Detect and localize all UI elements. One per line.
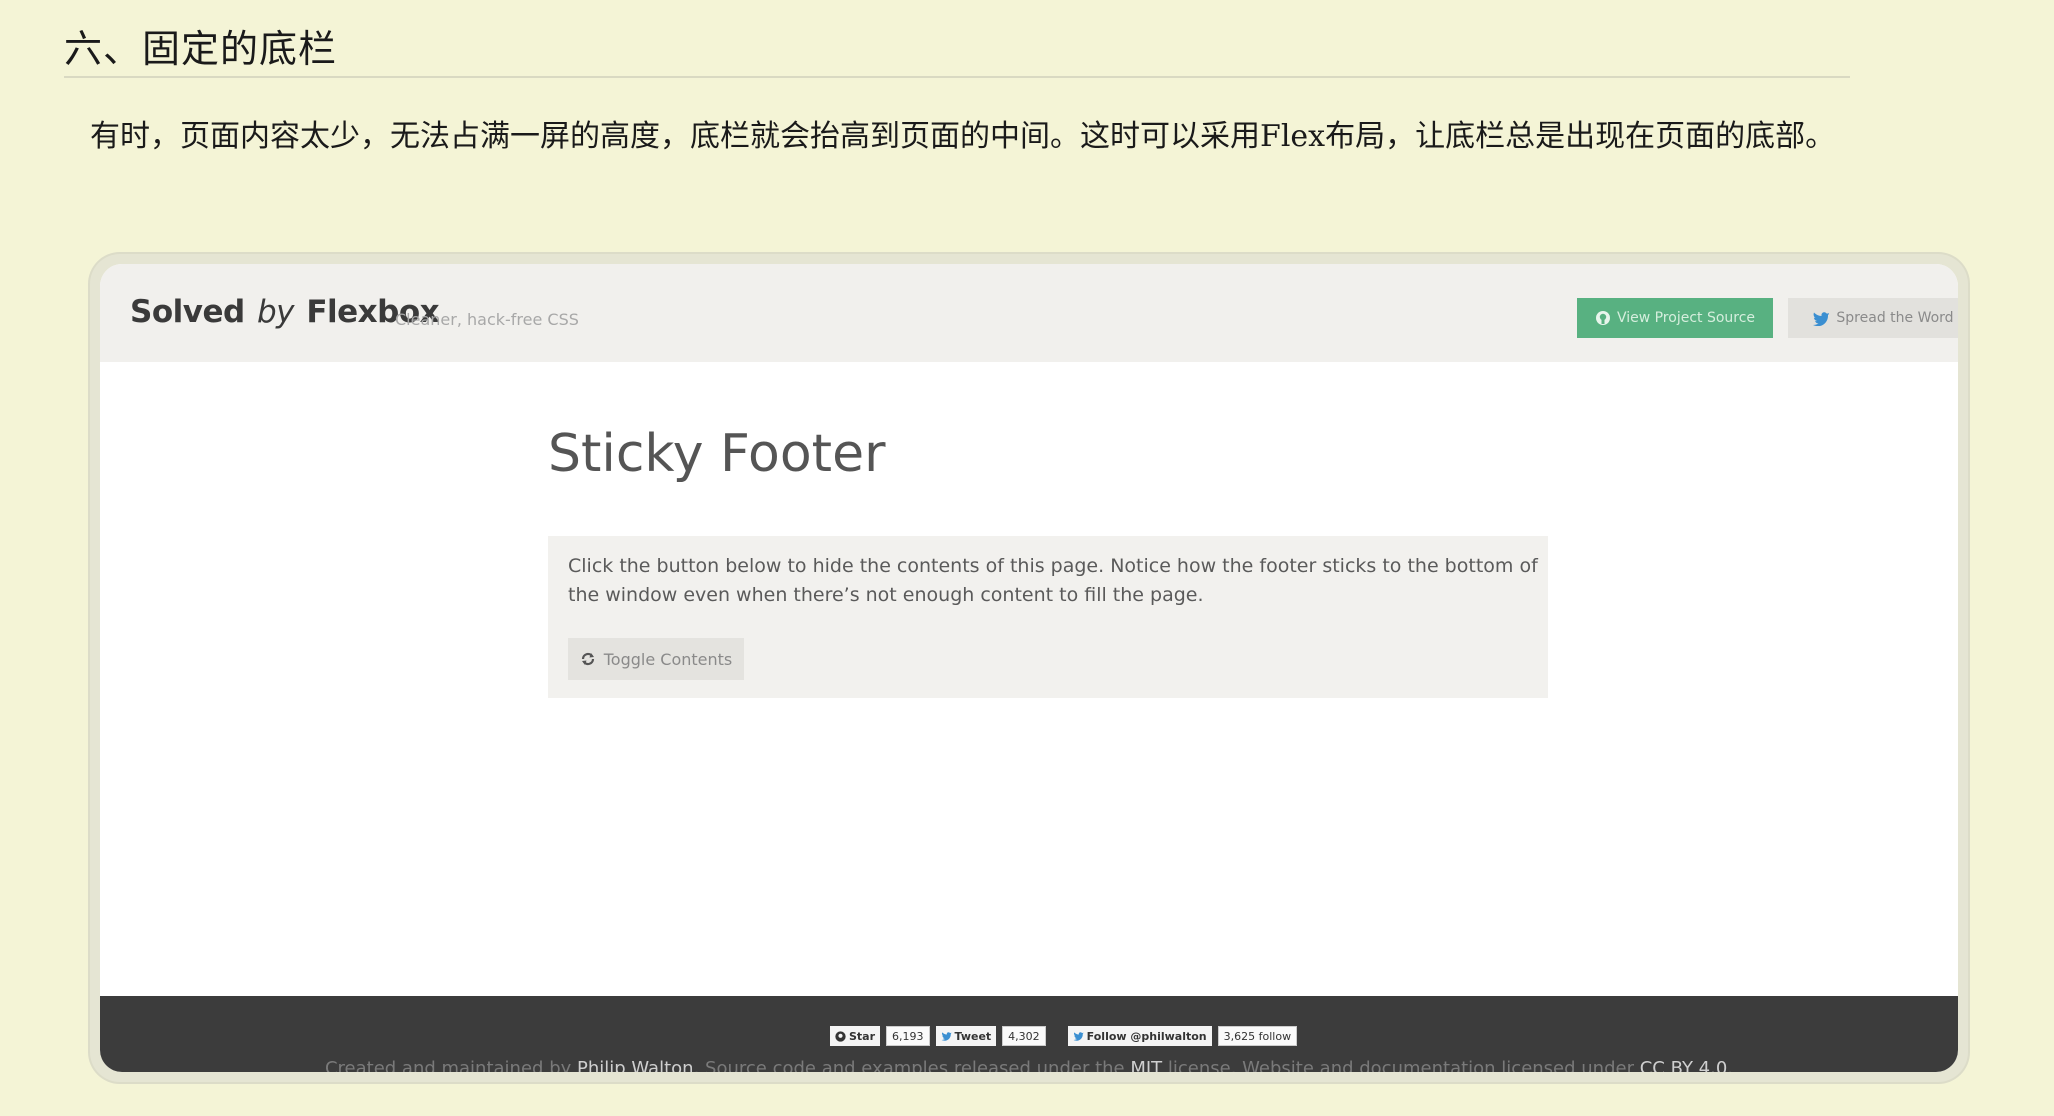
- site-header: Solved by Flexbox Cleaner, hack-free CSS…: [100, 264, 1958, 362]
- tweet-label: Tweet: [954, 1029, 992, 1043]
- twitter-icon: [941, 1031, 952, 1041]
- site-brand[interactable]: Solved by Flexbox: [130, 294, 440, 330]
- spread-the-word-label: Spread the Word: [1836, 310, 1954, 326]
- tweet-count: 4,302: [1002, 1026, 1046, 1046]
- twitter-icon: [1812, 311, 1830, 326]
- content-description: Click the button below to hide the conte…: [568, 555, 1538, 606]
- refresh-icon: [580, 651, 596, 667]
- site-tagline: Cleaner, hack-free CSS: [395, 310, 579, 329]
- article-paragraph: 有时，页面内容太少，无法占满一屏的高度，底栏就会抬高到页面的中间。这时可以采用F…: [90, 119, 1836, 154]
- follow-button[interactable]: Follow @philwalton: [1067, 1026, 1212, 1046]
- embedded-screenshot: Solved by Flexbox Cleaner, hack-free CSS…: [100, 264, 1958, 1072]
- tweet-button[interactable]: Tweet: [935, 1026, 997, 1046]
- credits-text-3: license. Website and documentation licen…: [1162, 1058, 1640, 1072]
- author-link[interactable]: Philip Walton: [577, 1058, 694, 1072]
- toggle-contents-button[interactable]: Toggle Contents: [568, 638, 744, 680]
- star-label: Star: [849, 1029, 876, 1043]
- social-buttons: Star 6,193 Tweet 4,302 Follow @philwalto…: [830, 1026, 1298, 1046]
- follower-count: 3,625 follow: [1217, 1026, 1298, 1046]
- github-star-button[interactable]: Star: [830, 1026, 881, 1046]
- screenshot-frame: Solved by Flexbox Cleaner, hack-free CSS…: [90, 254, 1968, 1082]
- page-title: Sticky Footer: [548, 424, 886, 484]
- article: 六、固定的底栏 有时，页面内容太少，无法占满一屏的高度，底栏就会抬高到页面的中间…: [64, 0, 1850, 154]
- github-icon: [1595, 310, 1611, 326]
- footer-credits: Created and maintained by Philip Walton.…: [100, 1058, 1958, 1072]
- credits-text-1: Created and maintained by: [324, 1058, 577, 1072]
- github-icon: [835, 1030, 846, 1042]
- brand-solved: Solved: [130, 294, 245, 330]
- section-heading: 六、固定的底栏: [64, 0, 1850, 78]
- site-footer: Star 6,193 Tweet 4,302 Follow @philwalto…: [100, 996, 1958, 1072]
- spread-the-word-button[interactable]: Spread the Word: [1788, 298, 1958, 338]
- follow-label: Follow @philwalton: [1086, 1029, 1207, 1043]
- toggle-contents-label: Toggle Contents: [603, 649, 733, 669]
- cc-license-link[interactable]: CC BY 4.0: [1640, 1058, 1728, 1072]
- mit-license-link[interactable]: MIT: [1130, 1058, 1162, 1072]
- credits-text-2: . Source code and examples released unde…: [693, 1058, 1131, 1072]
- credits-text-4: .: [1727, 1058, 1734, 1072]
- star-count: 6,193: [886, 1026, 930, 1046]
- content-box: Click the button below to hide the conte…: [548, 536, 1548, 698]
- brand-by: by: [256, 294, 295, 330]
- twitter-icon: [1073, 1031, 1084, 1041]
- view-project-source-label: View Project Source: [1616, 310, 1756, 326]
- view-project-source-button[interactable]: View Project Source: [1577, 298, 1773, 338]
